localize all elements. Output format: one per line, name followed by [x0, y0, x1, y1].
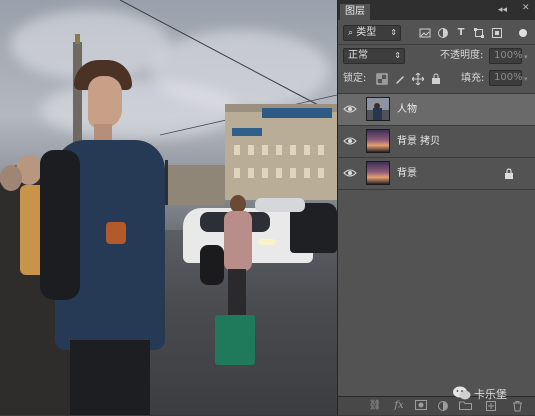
window: [234, 168, 240, 178]
lock-fill-row: 锁定: 填充: 100% ▾: [338, 70, 535, 88]
layer-thumbnail-sunset: [366, 161, 390, 185]
new-group-icon[interactable]: [458, 400, 472, 412]
shape-filter-icon[interactable]: [473, 27, 485, 39]
filter-row: ⌕ 类型 ⇕ T: [338, 24, 535, 42]
visibility-eye-icon[interactable]: [343, 136, 357, 146]
layers-panel: 图层 ◂◂ ✕ ⌕ 类型 ⇕ T 正常 ⇕ 不透明度: 100% ▾ 锁定: 填…: [337, 0, 535, 415]
lock-image-pixels-icon[interactable]: [394, 73, 406, 85]
opacity-field[interactable]: 100%: [489, 48, 523, 64]
chevron-updown-icon: ⇕: [394, 51, 401, 60]
woman-figure: [224, 195, 254, 320]
divider: [338, 44, 535, 45]
window: [276, 145, 282, 155]
image-filter-icon[interactable]: [419, 27, 431, 39]
layers-list: 人物 背景 拷贝 背景: [338, 93, 535, 190]
watermark-text: 卡乐堡: [474, 388, 507, 401]
building-sign: [262, 108, 332, 118]
man-head: [74, 60, 134, 142]
panel-tab-bar: 图层 ◂◂ ✕: [338, 0, 535, 20]
window: [304, 168, 310, 178]
lock-all-icon[interactable]: [430, 73, 442, 85]
blend-mode-value: 正常: [348, 50, 368, 61]
smart-object-filter-icon[interactable]: [491, 27, 503, 39]
lock-transparent-pixels-icon[interactable]: [376, 73, 388, 85]
layer-row-background[interactable]: 背景: [338, 157, 535, 190]
adjustment-layer-icon[interactable]: [436, 400, 450, 412]
window: [318, 168, 324, 178]
window: [248, 168, 254, 178]
layer-row-person[interactable]: 人物: [338, 93, 535, 125]
delete-layer-icon[interactable]: [510, 400, 524, 412]
crowd-head: [0, 165, 22, 191]
backpack: [40, 150, 80, 300]
fill-dropdown-icon[interactable]: ▾: [524, 73, 528, 85]
distant-car: [255, 198, 305, 212]
opacity-dropdown-icon[interactable]: ▾: [524, 51, 528, 63]
fill-field[interactable]: 100%: [489, 70, 523, 86]
window: [318, 145, 324, 155]
jacket-patch: [106, 222, 126, 244]
building-sign-left: [232, 128, 262, 136]
man-legs: [70, 340, 150, 415]
layer-thumbnail-person: [366, 97, 390, 121]
window: [262, 145, 268, 155]
link-layers-icon[interactable]: ⛓: [368, 400, 382, 412]
adjustment-filter-icon[interactable]: [437, 27, 449, 39]
window: [290, 145, 296, 155]
opacity-label: 不透明度:: [440, 50, 484, 61]
green-bag: [215, 315, 255, 365]
window: [248, 145, 254, 155]
layer-row-background-copy[interactable]: 背景 拷贝: [338, 125, 535, 157]
headlight: [258, 239, 276, 245]
window: [262, 168, 268, 178]
visibility-eye-icon[interactable]: [343, 168, 357, 178]
visibility-eye-icon[interactable]: [343, 104, 357, 114]
building-right: [225, 110, 337, 200]
fx-icon[interactable]: fx: [392, 400, 406, 412]
window: [290, 168, 296, 178]
blend-opacity-row: 正常 ⇕ 不透明度: 100% ▾: [338, 48, 535, 66]
filter-type-select[interactable]: ⌕ 类型 ⇕: [343, 25, 401, 41]
canvas-photo[interactable]: [0, 0, 337, 415]
layer-name[interactable]: 背景 拷贝: [397, 136, 440, 148]
window: [304, 145, 310, 155]
blend-mode-select[interactable]: 正常 ⇕: [343, 48, 405, 64]
window: [276, 168, 282, 178]
black-handbag: [200, 245, 224, 285]
layer-name[interactable]: 背景: [397, 168, 417, 180]
filter-type-label: 类型: [356, 27, 377, 38]
wechat-icon: [453, 386, 471, 400]
lock-label: 锁定:: [343, 73, 367, 84]
chevron-updown-icon: ⇕: [390, 28, 397, 37]
search-icon: ⌕: [348, 28, 354, 38]
lock-position-icon[interactable]: [411, 72, 425, 86]
type-filter-icon[interactable]: T: [455, 27, 467, 39]
street-lamp: [165, 160, 168, 205]
layer-name[interactable]: 人物: [397, 104, 417, 116]
collapse-icon[interactable]: ◂◂: [498, 4, 507, 16]
layer-thumbnail-sunset: [366, 129, 390, 153]
layer-mask-icon[interactable]: [414, 400, 428, 412]
filter-toggle-icon[interactable]: [517, 27, 529, 39]
fill-label: 填充:: [461, 73, 485, 84]
close-icon[interactable]: ✕: [522, 2, 530, 14]
tab-layers[interactable]: 图层: [340, 4, 370, 20]
column-top: [75, 34, 80, 44]
window: [234, 145, 240, 155]
lock-icon: [504, 168, 514, 179]
